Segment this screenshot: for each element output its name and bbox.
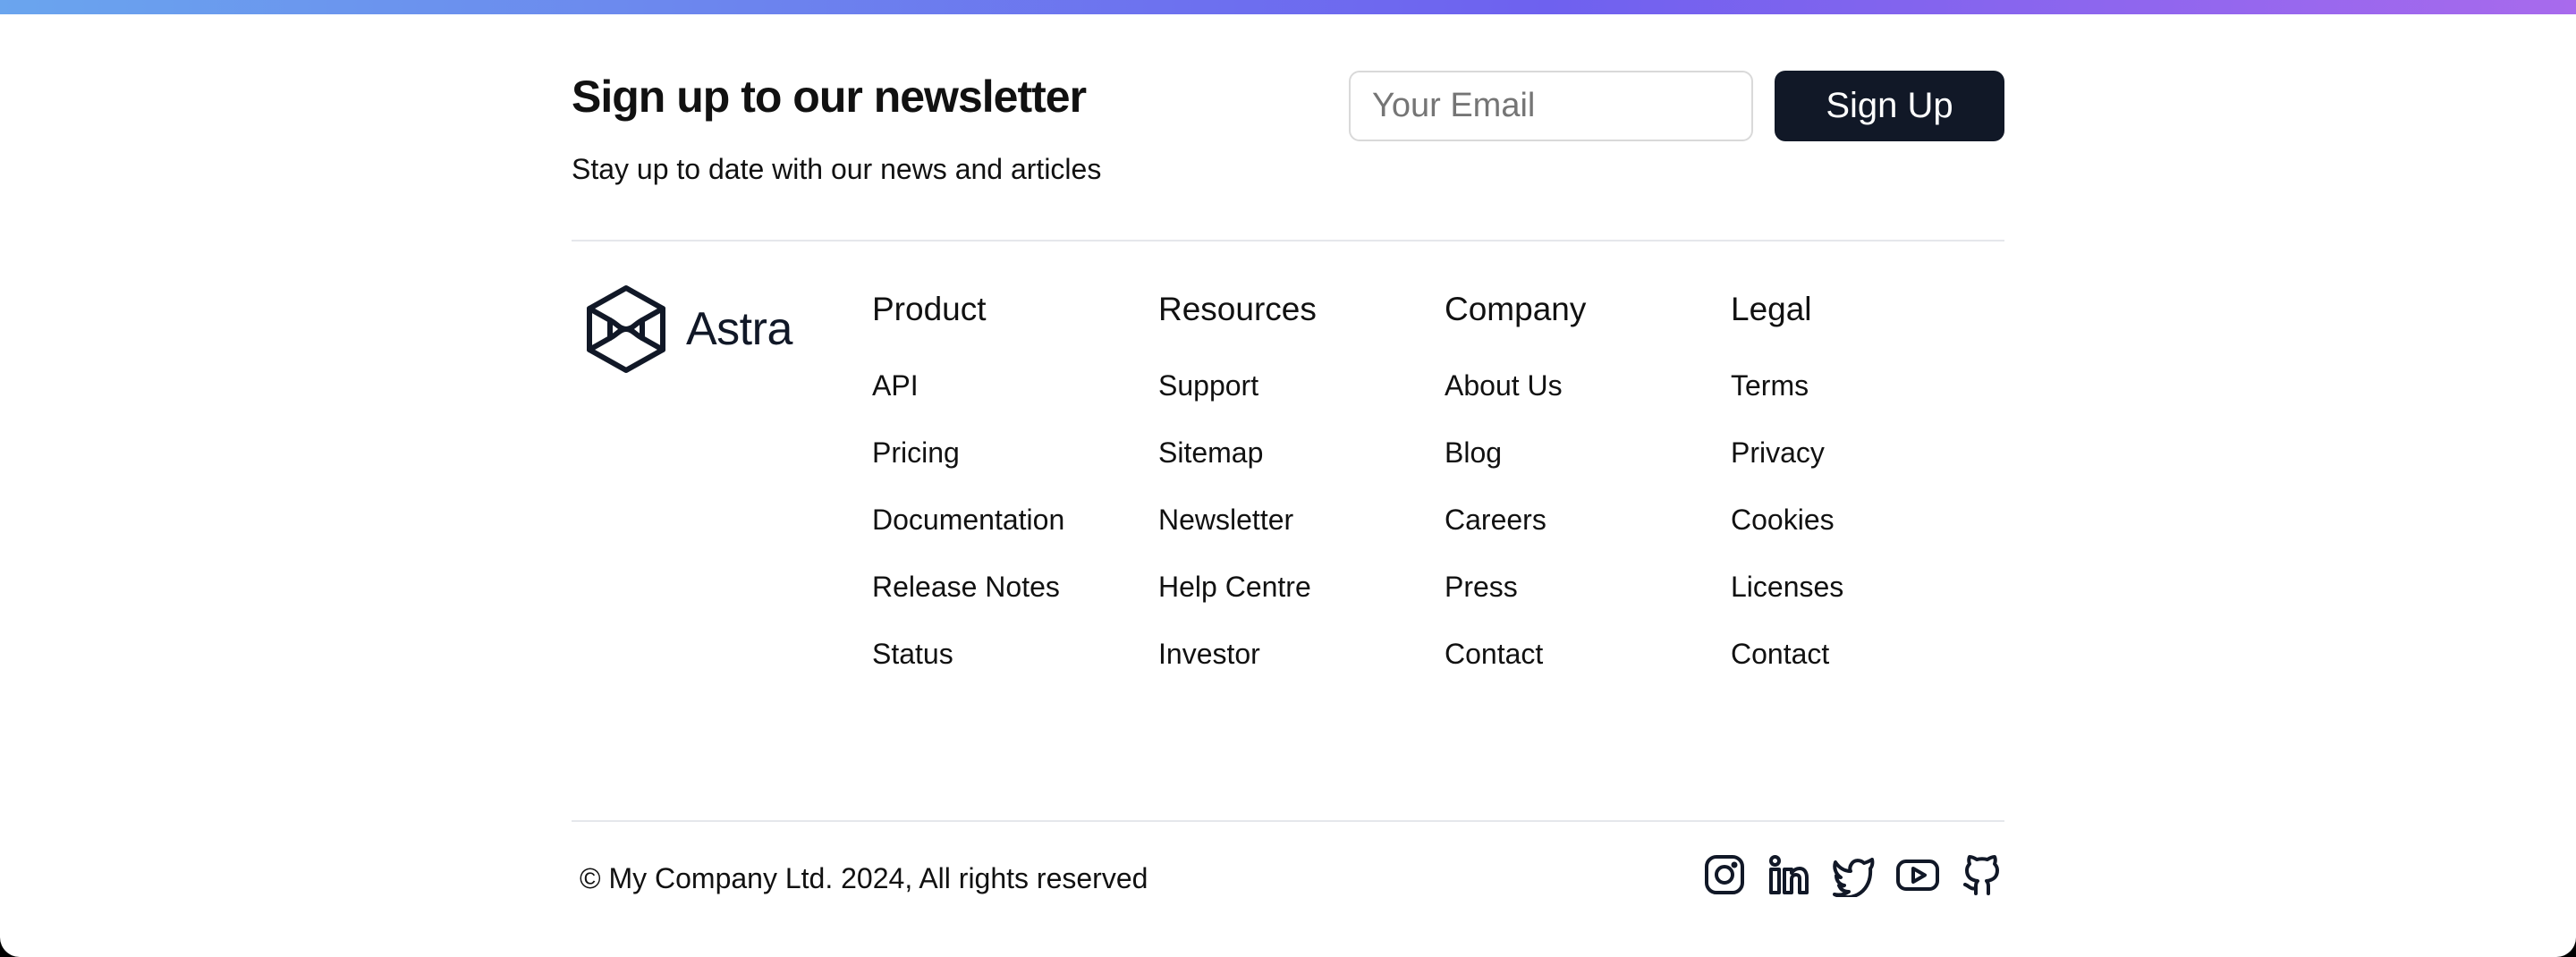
brand[interactable]: Astra [586,284,792,374]
link-list: Terms Privacy Cookies Licenses Contact [1731,368,1999,704]
column-title-product: Product [872,291,987,327]
link-release-notes[interactable]: Release Notes [872,571,1060,603]
list-item: Blog [1445,436,1713,503]
link-investor[interactable]: Investor [1158,638,1260,670]
list-item: Help Centre [1158,570,1427,637]
column-product: Product API Pricing Documentation Releas… [872,290,1140,704]
newsletter-section: Sign up to our newsletter Stay up to dat… [572,14,2004,240]
footer-container: Sign up to our newsletter Stay up to dat… [572,14,2004,938]
link-cookies[interactable]: Cookies [1731,504,1835,536]
brand-name: Astra [686,303,792,355]
newsletter-subtitle: Stay up to date with our news and articl… [572,153,1102,185]
link-privacy[interactable]: Privacy [1731,436,1825,469]
list-item: Status [872,637,1140,704]
list-item: Newsletter [1158,503,1427,570]
list-item: Contact [1445,637,1713,704]
copyright-text: © My Company Ltd. 2024, All rights reser… [580,862,1148,894]
link-sitemap[interactable]: Sitemap [1158,436,1263,469]
github-icon[interactable] [1960,852,2004,897]
list-item: Release Notes [872,570,1140,637]
link-api[interactable]: API [872,369,919,402]
list-item: Privacy [1731,436,1999,503]
list-item: Documentation [872,503,1140,570]
column-title-company: Company [1445,291,1587,327]
newsletter-title: Sign up to our newsletter [572,72,1087,122]
link-press[interactable]: Press [1445,571,1518,603]
link-licenses[interactable]: Licenses [1731,571,1843,603]
link-list: About Us Blog Careers Press Contact [1445,368,1713,704]
twitter-icon[interactable] [1831,852,1876,897]
list-item: Press [1445,570,1713,637]
link-legal-contact[interactable]: Contact [1731,638,1829,670]
linkedin-icon[interactable] [1767,852,1811,897]
email-input[interactable] [1349,71,1753,141]
link-blog[interactable]: Blog [1445,436,1502,469]
footer-page: Sign up to our newsletter Stay up to dat… [0,0,2576,957]
link-list: Support Sitemap Newsletter Help Centre I… [1158,368,1427,704]
list-item: API [872,368,1140,436]
hexagon-logo-icon [587,285,665,373]
link-pricing[interactable]: Pricing [872,436,960,469]
link-about-us[interactable]: About Us [1445,369,1563,402]
list-item: Contact [1731,637,1999,704]
link-status[interactable]: Status [872,638,953,670]
list-item: Licenses [1731,570,1999,637]
link-help-centre[interactable]: Help Centre [1158,571,1311,603]
column-title-legal: Legal [1731,291,1812,327]
sign-up-button[interactable]: Sign Up [1775,71,2004,141]
column-title-resources: Resources [1158,291,1317,327]
list-item: Pricing [872,436,1140,503]
link-contact[interactable]: Contact [1445,638,1543,670]
list-item: Sitemap [1158,436,1427,503]
list-item: Cookies [1731,503,1999,570]
link-careers[interactable]: Careers [1445,504,1546,536]
column-company: Company About Us Blog Careers Press Cont… [1445,290,1713,704]
instagram-icon[interactable] [1702,852,1747,897]
link-documentation[interactable]: Documentation [872,504,1064,536]
column-resources: Resources Support Sitemap Newsletter Hel… [1158,290,1427,704]
bottom-bar: © My Company Ltd. 2024, All rights reser… [572,822,2004,938]
youtube-icon[interactable] [1895,852,1940,897]
list-item: Investor [1158,637,1427,704]
link-newsletter[interactable]: Newsletter [1158,504,1293,536]
column-legal: Legal Terms Privacy Cookies Licenses Con… [1731,290,1999,704]
list-item: Terms [1731,368,1999,436]
list-item: Careers [1445,503,1713,570]
list-item: About Us [1445,368,1713,436]
link-list: API Pricing Documentation Release Notes … [872,368,1140,704]
list-item: Support [1158,368,1427,436]
social-links [1702,852,2004,897]
link-support[interactable]: Support [1158,369,1258,402]
top-gradient-bar [0,0,2576,14]
footer-links: Astra Product API Pricing Documentation … [572,241,2004,820]
link-terms[interactable]: Terms [1731,369,1809,402]
